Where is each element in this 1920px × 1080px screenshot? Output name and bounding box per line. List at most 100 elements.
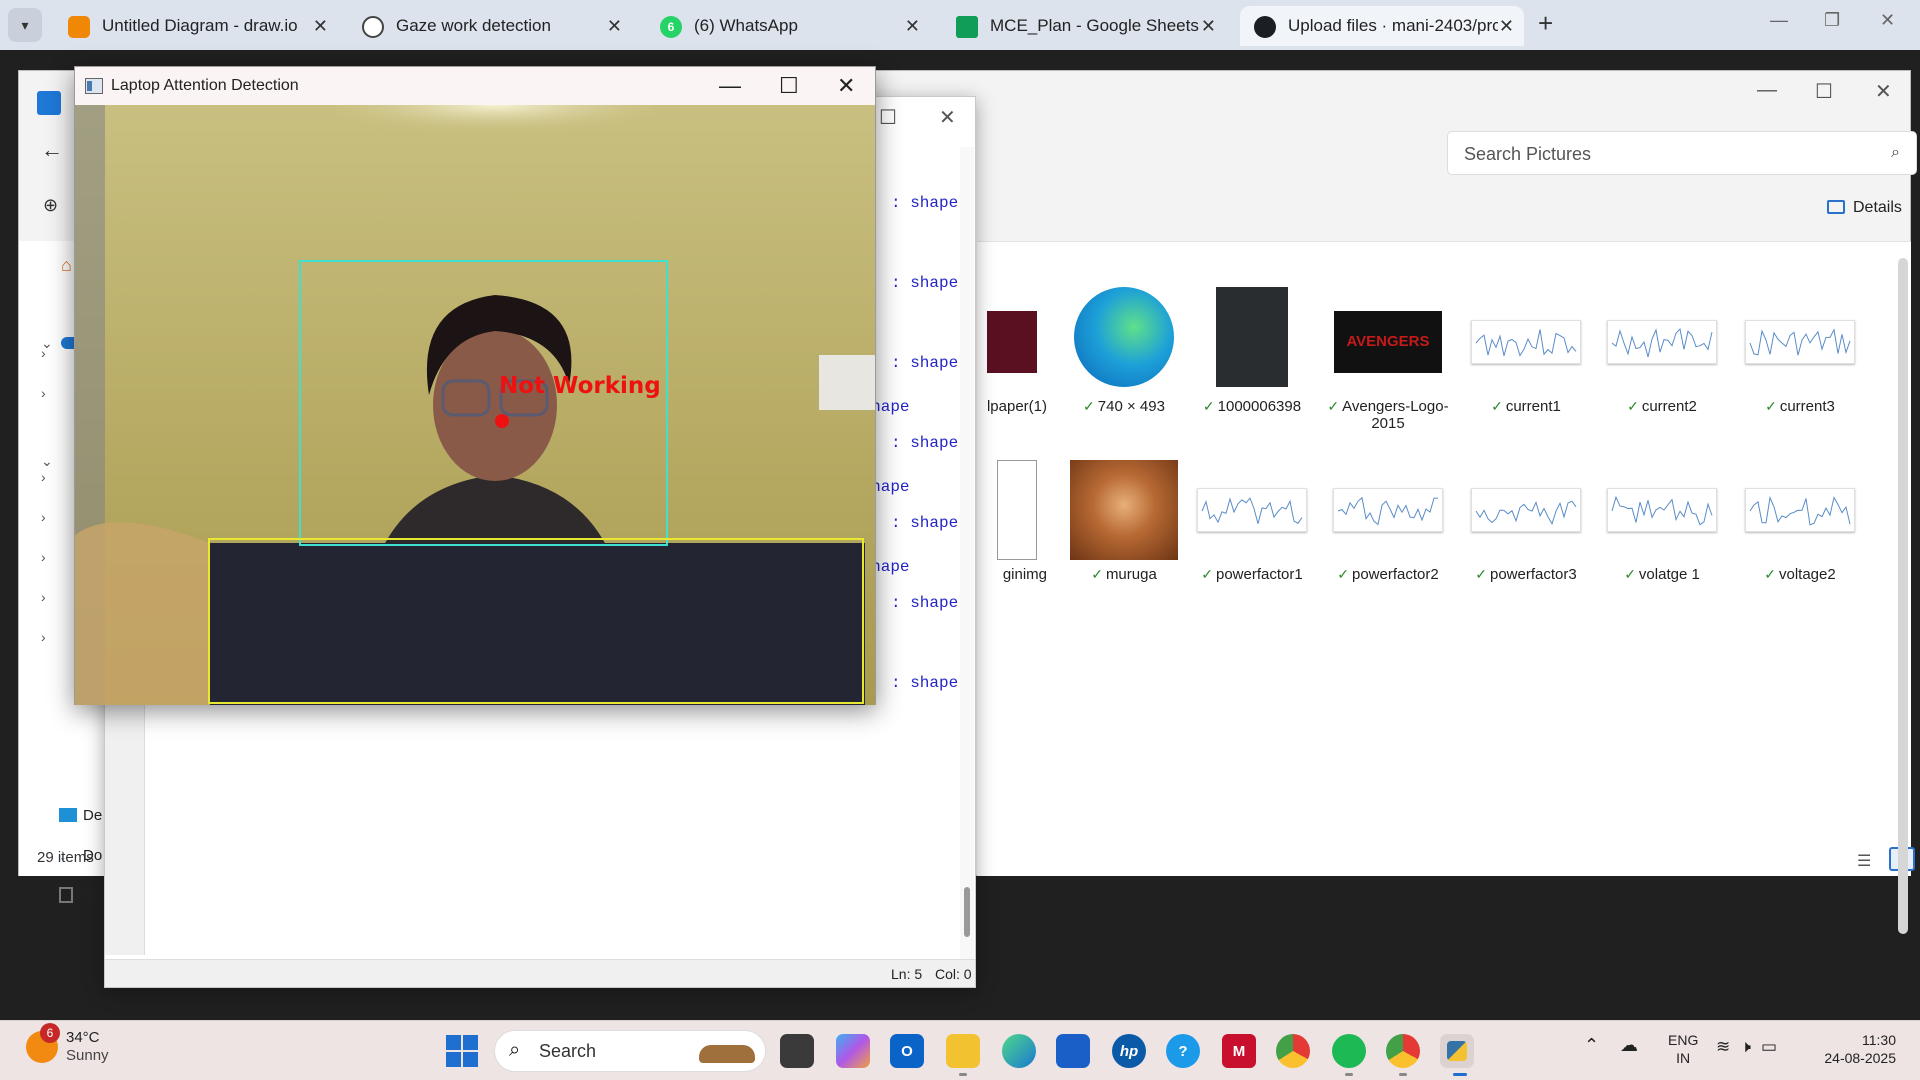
new-item-icon[interactable]: ⊕ (43, 195, 58, 216)
weather-widget[interactable]: 6 34°C Sunny (26, 1023, 109, 1065)
taskbar-search[interactable]: ⌕ Search (494, 1030, 766, 1072)
close-icon[interactable]: ✕ (1499, 16, 1514, 37)
task-view-icon[interactable] (780, 1034, 814, 1068)
chevron-right-icon[interactable]: › (41, 589, 46, 605)
sync-ok-icon: ✓ (1765, 398, 1777, 414)
chevron-right-icon[interactable]: › (41, 385, 46, 401)
support-icon[interactable]: ? (1166, 1034, 1200, 1068)
onedrive-icon[interactable]: ☁ (1620, 1035, 1638, 1056)
spotify-icon[interactable] (1332, 1034, 1366, 1068)
details-label: Details (1853, 199, 1902, 216)
search-icon: ⌕ (509, 1039, 521, 1061)
list-view-icon[interactable]: ☰ (1857, 851, 1871, 871)
search-placeholder: Search Pictures (1464, 144, 1592, 164)
file-item[interactable]: ✓ voltage2 (1735, 460, 1865, 583)
file-item[interactable]: ✓ current2 (1597, 292, 1727, 415)
close-icon[interactable]: ✕ (607, 16, 622, 37)
chevron-down-icon[interactable]: ⌄ (41, 335, 53, 352)
new-tab-button[interactable]: + (1538, 8, 1553, 39)
chevron-down-icon[interactable]: ⌄ (41, 453, 53, 470)
tab-label: Upload files · mani-2403/projec (1288, 16, 1498, 35)
close-icon[interactable]: ✕ (313, 16, 328, 37)
time: 11:30 (1862, 1032, 1896, 1048)
plot-thumbnail (1333, 488, 1443, 532)
search-icon: ⌕ (1891, 144, 1900, 161)
details-pane-icon (1827, 200, 1845, 214)
minimize-icon[interactable]: — (1757, 79, 1777, 102)
sync-ok-icon: ✓ (1083, 398, 1095, 414)
home-icon[interactable]: ⌂ (61, 255, 72, 276)
gaze-point (495, 414, 509, 428)
close-icon[interactable]: ✕ (1201, 16, 1216, 37)
sidebar-item-documents[interactable]: Do (59, 887, 100, 905)
tab-github[interactable]: Upload files · mani-2403/projec ✕ (1240, 6, 1524, 46)
back-arrow-icon[interactable]: ← (41, 137, 63, 163)
file-item[interactable]: ✓ current3 (1735, 292, 1865, 415)
battery-icon[interactable]: ▭ (1761, 1037, 1787, 1056)
sun-icon: 6 (26, 1023, 60, 1063)
file-item[interactable]: AVENGERS ✓ Avengers-Logo-2015 (1323, 292, 1453, 432)
wifi-icon[interactable]: ≋ (1716, 1037, 1740, 1056)
file-explorer-icon[interactable] (946, 1034, 980, 1068)
chevron-right-icon[interactable]: › (41, 549, 46, 565)
outlook-icon[interactable]: O (890, 1034, 924, 1068)
chevron-right-icon[interactable]: › (41, 509, 46, 525)
sidebar-item-desktop[interactable]: De (59, 807, 102, 824)
hp-icon[interactable]: hp (1112, 1034, 1146, 1068)
chevron-up-icon[interactable]: ⌃ (1584, 1035, 1599, 1056)
speaker-muted-icon[interactable]: 🕨 (1740, 1037, 1761, 1056)
close-icon[interactable]: ✕ (1875, 79, 1892, 104)
file-item[interactable]: ✓ volatge 1 (1597, 460, 1727, 583)
file-item[interactable]: ✓ muruga (1059, 460, 1189, 583)
system-tray-icons[interactable]: ≋🕨▭ (1716, 1037, 1787, 1057)
drawio-icon (68, 16, 90, 38)
sync-ok-icon: ✓ (1201, 566, 1213, 582)
minimize-icon[interactable]: — (719, 73, 741, 99)
file-item[interactable]: ✓ powerfactor2 (1323, 460, 1453, 583)
file-name: current3 (1779, 398, 1835, 415)
maximize-icon[interactable]: ☐ (1815, 79, 1833, 104)
scrollbar-thumb[interactable] (964, 887, 970, 937)
plot-thumbnail (1607, 488, 1717, 532)
mcafee-icon[interactable]: M (1222, 1034, 1256, 1068)
search-input[interactable]: Search Pictures ⌕ (1447, 131, 1917, 175)
close-icon[interactable]: ✕ (905, 16, 920, 37)
start-button[interactable] (446, 1035, 478, 1067)
python-icon[interactable] (1440, 1034, 1474, 1068)
file-item[interactable]: ✓ powerfactor1 (1187, 460, 1317, 583)
close-icon[interactable]: ✕ (837, 73, 855, 99)
restore-icon[interactable]: ❐ (1824, 10, 1840, 31)
file-item[interactable]: ✓ 1000006398 (1187, 287, 1317, 415)
tab-drawio[interactable]: Untitled Diagram - draw.io ✕ (54, 6, 338, 46)
tab-gaze[interactable]: Gaze work detection ✕ (348, 6, 632, 46)
close-icon[interactable]: ✕ (1880, 10, 1895, 31)
chrome-icon[interactable] (1276, 1034, 1310, 1068)
language-indicator[interactable]: ENG IN (1668, 1031, 1698, 1067)
edge-icon[interactable] (1002, 1034, 1036, 1068)
scrollbar[interactable] (960, 147, 974, 959)
copilot-icon[interactable] (836, 1034, 870, 1068)
tab-label: (6) WhatsApp (694, 16, 798, 35)
file-item[interactable]: ✓ powerfactor3 (1461, 460, 1591, 583)
search-highlight-icon (699, 1045, 755, 1063)
chevron-right-icon[interactable]: › (41, 469, 46, 485)
tab-search-menu-button[interactable]: ▾ (8, 8, 42, 42)
minimize-icon[interactable]: — (1770, 10, 1788, 31)
window-titlebar[interactable]: Laptop Attention Detection — ☐ ✕ (75, 67, 875, 105)
tab-whatsapp[interactable]: 6 (6) WhatsApp ✕ (646, 6, 930, 46)
store-icon[interactable] (1056, 1034, 1090, 1068)
chevron-right-icon[interactable]: › (41, 629, 46, 645)
file-name: current1 (1505, 398, 1561, 415)
scrollbar[interactable] (1898, 258, 1908, 934)
chrome-profile-icon[interactable] (1386, 1034, 1420, 1068)
plot-thumbnail (1471, 320, 1581, 364)
details-button[interactable]: Details (1827, 199, 1902, 217)
file-name: powerfactor1 (1216, 566, 1303, 583)
running-indicator (1399, 1073, 1407, 1076)
file-item[interactable]: ✓ current1 (1461, 292, 1591, 415)
maximize-icon[interactable]: ☐ (779, 73, 799, 99)
clock[interactable]: 11:30 24-08-2025 (1816, 1031, 1896, 1067)
file-item[interactable]: ✓ 740 × 493 (1059, 287, 1189, 415)
tab-sheets[interactable]: MCE_Plan - Google Sheets ✕ (942, 6, 1226, 46)
plot-thumbnail (1607, 320, 1717, 364)
